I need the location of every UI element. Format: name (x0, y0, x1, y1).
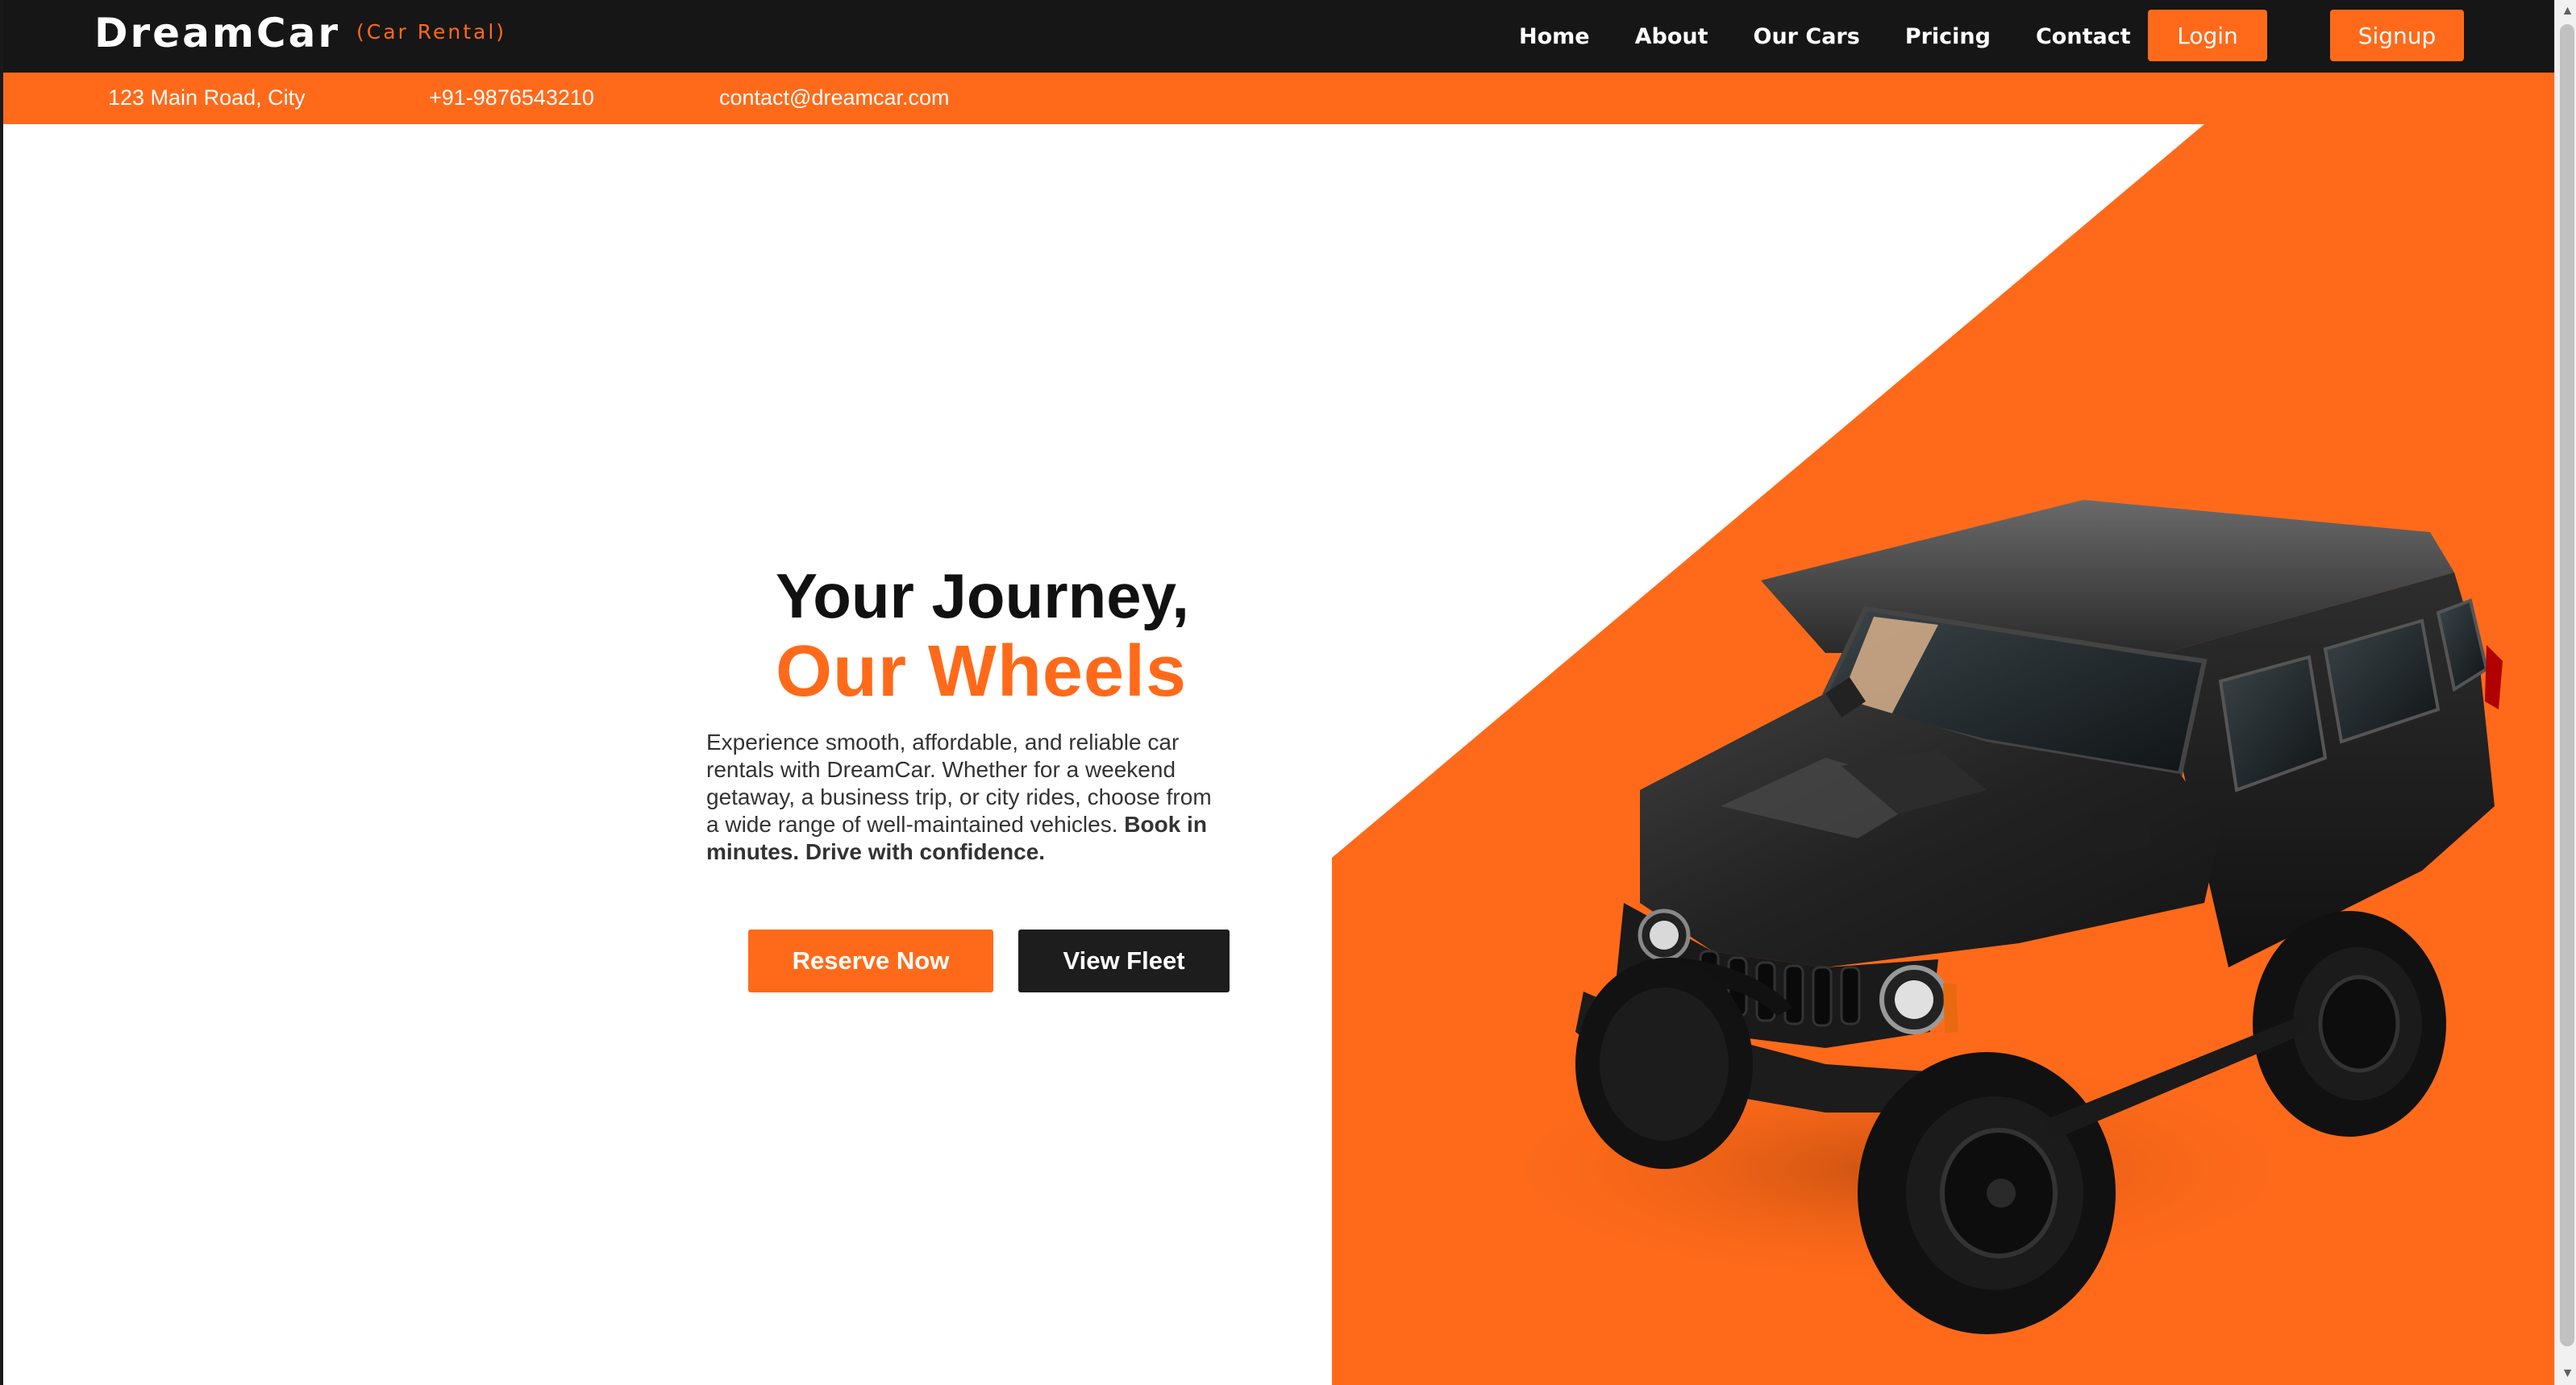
nav-link-home[interactable]: Home (1519, 24, 1590, 49)
info-phone[interactable]: +91-9876543210 (429, 85, 594, 110)
nav-link-our-cars[interactable]: Our Cars (1754, 24, 1860, 49)
top-navbar: DreamCar (Car Rental) Home About Our Car… (3, 0, 2554, 73)
info-email[interactable]: contact@dreamcar.com (719, 85, 950, 110)
vertical-scrollbar[interactable]: ▲ ▼ (2554, 0, 2576, 1385)
signup-button[interactable]: Signup (2330, 10, 2464, 61)
nav-links: Home About Our Cars Pricing Contact (1519, 0, 2176, 73)
contact-info-bar: 123 Main Road, City +91-9876543210 conta… (3, 73, 2554, 124)
hero-headline-line2: Our Wheels (776, 631, 1188, 712)
hero-description: Experience smooth, affordable, and relia… (706, 729, 1222, 866)
triangle-up-icon[interactable]: ▲ (2555, 0, 2576, 23)
triangle-down-icon[interactable]: ▼ (2555, 1362, 2576, 1385)
brand-subtitle: (Car Rental) (356, 20, 507, 44)
nav-link-about[interactable]: About (1635, 24, 1708, 49)
brand-logo[interactable]: DreamCar (Car Rental) (94, 10, 506, 56)
info-address: 123 Main Road, City (108, 85, 306, 110)
nav-link-pricing[interactable]: Pricing (1905, 24, 1991, 49)
hero-car-image (1446, 500, 2503, 1334)
login-button[interactable]: Login (2148, 10, 2267, 61)
view-fleet-button[interactable]: View Fleet (1018, 930, 1230, 992)
reserve-now-button[interactable]: Reserve Now (748, 930, 993, 992)
nav-link-contact[interactable]: Contact (2036, 24, 2131, 49)
hero-headline-line1: Your Journey, (776, 560, 1189, 631)
page: DreamCar (Car Rental) Home About Our Car… (0, 0, 2576, 1385)
scrollbar-thumb[interactable] (2560, 24, 2574, 1346)
brand-name: DreamCar (94, 10, 341, 56)
